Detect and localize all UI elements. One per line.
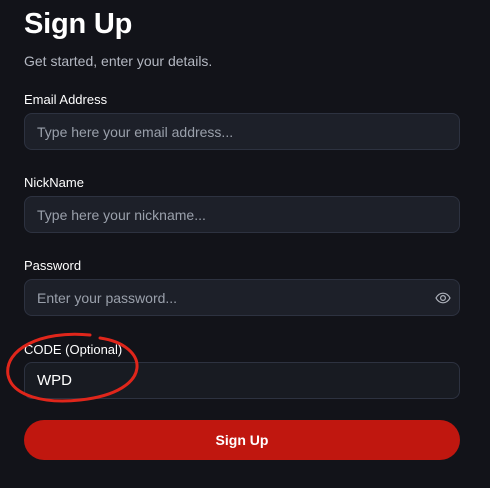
email-label: Email Address bbox=[24, 92, 108, 107]
email-field[interactable] bbox=[25, 114, 459, 149]
signup-page: Sign Up Get started, enter your details.… bbox=[0, 0, 490, 488]
eye-icon[interactable] bbox=[435, 290, 451, 306]
highlight-circle-annotation bbox=[6, 332, 139, 403]
nickname-label: NickName bbox=[24, 175, 84, 190]
nickname-field-box bbox=[24, 196, 460, 233]
page-subtitle: Get started, enter your details. bbox=[24, 53, 213, 69]
password-field-box bbox=[24, 279, 460, 316]
password-label: Password bbox=[24, 258, 82, 273]
nickname-field[interactable] bbox=[25, 197, 459, 232]
sign-up-button[interactable]: Sign Up bbox=[24, 420, 460, 460]
code-field[interactable] bbox=[25, 363, 459, 398]
page-title: Sign Up bbox=[24, 8, 133, 40]
password-field[interactable] bbox=[25, 280, 459, 315]
email-field-box bbox=[24, 113, 460, 150]
code-label: CODE (Optional) bbox=[24, 342, 123, 357]
code-field-box bbox=[24, 362, 460, 399]
